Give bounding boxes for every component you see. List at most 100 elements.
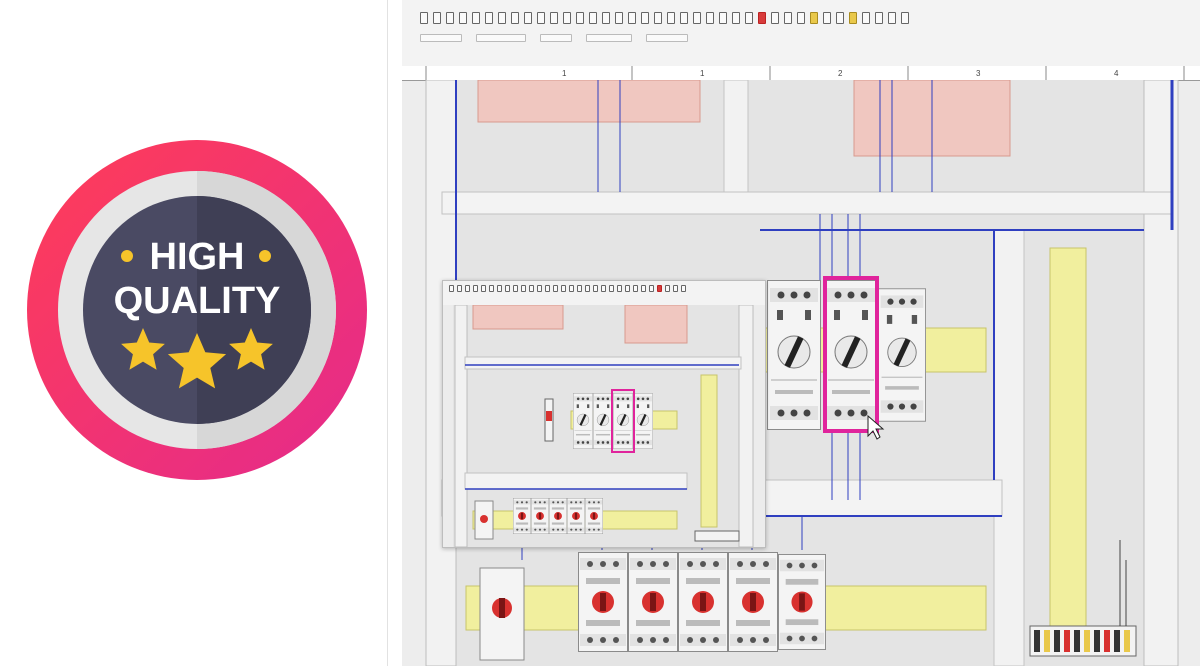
- toolbar-button[interactable]: [849, 12, 857, 24]
- badge-line2: QUALITY: [114, 280, 281, 322]
- toolbar-button[interactable]: [465, 285, 470, 292]
- toolbar-button[interactable]: [485, 12, 493, 24]
- inset-breaker: [531, 497, 549, 535]
- toolbar-button[interactable]: [576, 12, 584, 24]
- toolbar-button[interactable]: [719, 12, 727, 24]
- toolbar-button[interactable]: [511, 12, 519, 24]
- inset-switch: [573, 393, 593, 449]
- toolbar-button[interactable]: [836, 12, 844, 24]
- toolbar-button[interactable]: [680, 12, 688, 24]
- toolbar-button[interactable]: [446, 12, 454, 24]
- toolbar-dropdown[interactable]: [646, 34, 688, 42]
- inset-trunking: [464, 472, 688, 490]
- toolbar-button[interactable]: [628, 12, 636, 24]
- toolbar-button[interactable]: [665, 285, 670, 292]
- toolbar-button[interactable]: [667, 12, 675, 24]
- toolbar-dropdown[interactable]: [540, 34, 572, 42]
- toolbar-button[interactable]: [498, 12, 506, 24]
- toolbar-button[interactable]: [577, 285, 582, 292]
- toolbar-button[interactable]: [602, 12, 610, 24]
- toolbar-button[interactable]: [673, 285, 678, 292]
- toolbar-button[interactable]: [459, 12, 467, 24]
- toolbar-button[interactable]: [585, 285, 590, 292]
- ruler-mark: 1: [700, 69, 705, 78]
- inset-breaker: [567, 497, 585, 535]
- cad-application-window: 1 1 2 3 4: [402, 0, 1200, 666]
- inset-wire-duct: [472, 305, 564, 330]
- toolbar-button[interactable]: [654, 12, 662, 24]
- toolbar-button[interactable]: [810, 12, 818, 24]
- inset-switch: [633, 393, 653, 449]
- drawing-canvas[interactable]: [402, 80, 1200, 666]
- toolbar-button[interactable]: [649, 285, 654, 292]
- ruler-mark: 4: [1114, 69, 1119, 78]
- toolbar-button[interactable]: [657, 285, 662, 292]
- toolbar-button[interactable]: [497, 285, 502, 292]
- toolbar-button[interactable]: [589, 12, 597, 24]
- toolbar-button[interactable]: [553, 285, 558, 292]
- toolbar-button[interactable]: [901, 12, 909, 24]
- toolbar-button[interactable]: [633, 285, 638, 292]
- toolbar-dropdown[interactable]: [476, 34, 526, 42]
- toolbar-button[interactable]: [489, 285, 494, 292]
- toolbar-button[interactable]: [561, 285, 566, 292]
- inset-left-rail: [454, 305, 468, 547]
- toolbar-button[interactable]: [457, 285, 462, 292]
- horizontal-ruler: 1 1 2 3 4: [402, 66, 1200, 81]
- toolbar-button[interactable]: [569, 285, 574, 292]
- toolbar-button[interactable]: [545, 285, 550, 292]
- circuit-breaker: [728, 551, 778, 653]
- badge-dot-left: [121, 250, 133, 262]
- toolbar-button[interactable]: [641, 12, 649, 24]
- inset-toolbar-button-row: [449, 285, 686, 292]
- high-quality-badge: HIGH QUALITY: [27, 140, 367, 480]
- toolbar-button[interactable]: [537, 285, 542, 292]
- toolbar-button[interactable]: [563, 12, 571, 24]
- toolbar-button[interactable]: [797, 12, 805, 24]
- inset-preview-window[interactable]: [442, 280, 766, 548]
- toolbar-button[interactable]: [521, 285, 526, 292]
- motor-protection-switch: [766, 280, 822, 430]
- toolbar-button[interactable]: [593, 285, 598, 292]
- toolbar-button[interactable]: [420, 12, 428, 24]
- toolbar-button[interactable]: [615, 12, 623, 24]
- toolbar-button[interactable]: [823, 12, 831, 24]
- toolbar-button[interactable]: [524, 12, 532, 24]
- toolbar-button[interactable]: [888, 12, 896, 24]
- toolbar-button[interactable]: [505, 285, 510, 292]
- main-toolbar: [402, 0, 1200, 67]
- toolbar-button[interactable]: [473, 285, 478, 292]
- toolbar-button[interactable]: [617, 285, 622, 292]
- toolbar-button[interactable]: [529, 285, 534, 292]
- toolbar-button[interactable]: [449, 285, 454, 292]
- toolbar-button[interactable]: [875, 12, 883, 24]
- toolbar-button-row: [420, 12, 909, 24]
- toolbar-button[interactable]: [641, 285, 646, 292]
- toolbar-button[interactable]: [513, 285, 518, 292]
- toolbar-dropdown[interactable]: [420, 34, 462, 42]
- toolbar-button[interactable]: [693, 12, 701, 24]
- toolbar-button[interactable]: [732, 12, 740, 24]
- toolbar-button[interactable]: [601, 285, 606, 292]
- toolbar-button[interactable]: [625, 285, 630, 292]
- toolbar-button[interactable]: [481, 285, 486, 292]
- toolbar-button[interactable]: [862, 12, 870, 24]
- circuit-breaker: [578, 551, 628, 653]
- toolbar-button[interactable]: [433, 12, 441, 24]
- inset-canvas[interactable]: [443, 305, 765, 547]
- toolbar-button[interactable]: [784, 12, 792, 24]
- toolbar-button[interactable]: [681, 285, 686, 292]
- toolbar-field-row: [420, 34, 688, 42]
- toolbar-button[interactable]: [771, 12, 779, 24]
- toolbar-button[interactable]: [745, 12, 753, 24]
- toolbar-button[interactable]: [758, 12, 766, 24]
- toolbar-button[interactable]: [472, 12, 480, 24]
- toolbar-button[interactable]: [706, 12, 714, 24]
- toolbar-dropdown[interactable]: [586, 34, 632, 42]
- toolbar-button[interactable]: [550, 12, 558, 24]
- circuit-breaker: [778, 553, 826, 651]
- toolbar-button[interactable]: [537, 12, 545, 24]
- quality-badge-panel: HIGH QUALITY: [0, 0, 388, 666]
- ruler-mark: 1: [562, 69, 567, 78]
- toolbar-button[interactable]: [609, 285, 614, 292]
